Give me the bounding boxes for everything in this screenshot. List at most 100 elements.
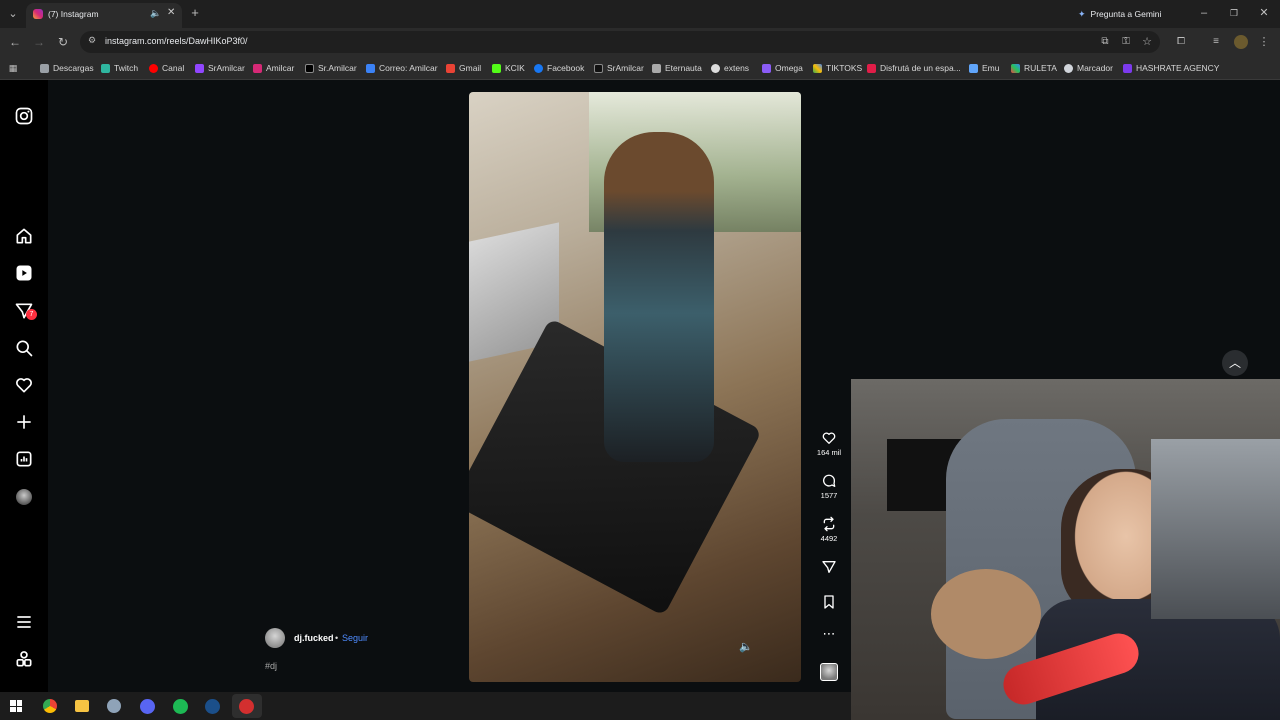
- bookmark-label: Correo: Amilcar: [379, 63, 438, 73]
- bookmark-descargas[interactable]: Descargas: [40, 61, 94, 75]
- close-window-icon[interactable]: ✕: [1257, 6, 1271, 20]
- bookmark-correo[interactable]: Correo: Amilcar: [366, 61, 438, 75]
- bookmark-tiktoks[interactable]: TIKTOKS: [813, 61, 862, 75]
- hashrate-icon: [1123, 63, 1132, 73]
- reels-icon[interactable]: [14, 263, 34, 283]
- like-button[interactable]: 164 mil: [809, 430, 849, 457]
- reload-icon[interactable]: ↻: [56, 35, 70, 49]
- bookmark-sramilcar[interactable]: SrAmilcar: [195, 61, 245, 75]
- bookmark-star-icon[interactable]: ☆: [1140, 35, 1154, 49]
- bookmark-label: Sr.Amilcar: [318, 63, 357, 73]
- twitch-icon: [195, 63, 204, 73]
- bookmark-ruleta[interactable]: RULETA: [1011, 61, 1057, 75]
- more-options-icon[interactable]: ⋯: [809, 626, 849, 642]
- obs-icon: [239, 699, 254, 714]
- bookmark-label: Emu: [982, 63, 1000, 73]
- apps-grid-icon[interactable]: ▦: [6, 61, 20, 75]
- also-from-meta-icon[interactable]: [14, 649, 34, 669]
- bookmark-label: Marcador: [1077, 63, 1113, 73]
- bookmark-gmail[interactable]: Gmail: [446, 61, 481, 75]
- windows-start-icon[interactable]: [10, 700, 22, 712]
- password-key-icon[interactable]: ⚿: [1119, 35, 1133, 49]
- chrome-taskbar-icon[interactable]: [43, 699, 57, 713]
- dashboard-icon[interactable]: [14, 449, 34, 469]
- tab-audio-icon[interactable]: 🔈: [150, 8, 161, 19]
- repost-count: 4492: [820, 534, 838, 543]
- discord-icon[interactable]: [140, 699, 155, 714]
- extensions-icon[interactable]: ⧠: [1174, 35, 1188, 49]
- url-text[interactable]: instagram.com/reels/DawHIKoP3f0/: [105, 36, 248, 46]
- volume-icon[interactable]: 🔈: [739, 640, 753, 653]
- repost-button[interactable]: 4492: [809, 516, 849, 543]
- bookmark-marcador[interactable]: Marcador: [1064, 61, 1113, 75]
- file-explorer-icon[interactable]: [75, 700, 89, 712]
- steam-icon[interactable]: [205, 699, 220, 714]
- reel-video[interactable]: 🔈: [469, 92, 801, 682]
- comment-button[interactable]: 1577: [809, 473, 849, 500]
- forward-arrow-icon[interactable]: →: [32, 35, 46, 49]
- gmail-icon: [446, 63, 455, 73]
- tab-instagram[interactable]: (7) Instagram 🔈 ✕: [26, 3, 182, 28]
- plush-toy-image: [931, 569, 1041, 659]
- scroll-up-chevron-icon[interactable]: ︿: [1222, 350, 1248, 376]
- restore-icon[interactable]: ❐: [1227, 6, 1241, 20]
- back-arrow-icon[interactable]: ←: [8, 35, 22, 49]
- author-username[interactable]: dj.fucked: [294, 633, 334, 643]
- page-icon: [652, 63, 661, 73]
- mail-icon: [366, 63, 375, 73]
- more-menu-icon[interactable]: [14, 612, 34, 632]
- globe-icon: [1064, 63, 1073, 73]
- share-button[interactable]: [809, 559, 849, 577]
- windows-taskbar: [0, 692, 851, 720]
- page-icon: [867, 63, 876, 73]
- bookmark-disfruta[interactable]: Disfrutá de un espa...: [867, 61, 961, 75]
- heart-icon: [822, 432, 836, 444]
- home-icon[interactable]: [14, 226, 34, 246]
- menu-dots-icon[interactable]: ⋮: [1257, 35, 1271, 49]
- bookmark-extens[interactable]: extens: [711, 61, 749, 75]
- spotify-icon[interactable]: [173, 699, 188, 714]
- settings-taskbar-icon[interactable]: [107, 699, 121, 713]
- drive-icon: [813, 63, 822, 73]
- bookmark-label: Gmail: [459, 63, 482, 73]
- bookmark-canal[interactable]: Canal: [149, 61, 184, 75]
- bookmark-amilcar[interactable]: Amilcar: [253, 61, 294, 75]
- author-avatar[interactable]: [265, 628, 285, 648]
- share-icon: [822, 561, 836, 573]
- bookmark-omega[interactable]: Omega: [762, 61, 803, 75]
- site-info-icon[interactable]: ⚙: [88, 35, 96, 46]
- profile-avatar[interactable]: [1234, 35, 1248, 49]
- bookmark-x-sramilcar[interactable]: Sr.Amilcar: [305, 61, 357, 75]
- twitch-icon: [101, 63, 110, 73]
- tab-close-icon[interactable]: ✕: [167, 7, 175, 18]
- omega-icon: [762, 63, 771, 73]
- dj-person-image: [604, 132, 714, 462]
- bookmark-kcik[interactable]: KCIK: [492, 61, 525, 75]
- active-app-tile[interactable]: [232, 694, 262, 718]
- instagram-logo-icon[interactable]: [14, 106, 34, 126]
- bookmark-twitch[interactable]: Twitch: [101, 61, 138, 75]
- install-app-icon[interactable]: ⧉: [1098, 35, 1112, 49]
- media-controls-icon[interactable]: ≡: [1209, 35, 1223, 49]
- profile-avatar[interactable]: [16, 489, 32, 505]
- repost-icon: [823, 516, 835, 532]
- minimize-icon[interactable]: –: [1197, 6, 1211, 20]
- new-tab-icon[interactable]: +: [188, 6, 202, 20]
- save-button[interactable]: [809, 594, 849, 612]
- follow-button[interactable]: Seguir: [342, 633, 368, 643]
- bookmark-eternauta[interactable]: Eternauta: [652, 61, 702, 75]
- bookmark-label: KCIK: [505, 63, 525, 73]
- bookmark-emu[interactable]: Emu: [969, 61, 999, 75]
- bookmark-facebook[interactable]: Facebook: [534, 61, 584, 75]
- gemini-button[interactable]: ✦ Pregunta a Gemini: [1078, 6, 1161, 22]
- notifications-heart-icon[interactable]: [14, 375, 34, 395]
- address-bar[interactable]: ⚙ instagram.com/reels/DawHIKoP3f0/: [80, 31, 1160, 53]
- bookmark-tiktok-sramilcar[interactable]: SrAmilcar: [594, 61, 644, 75]
- download-icon: [40, 63, 49, 73]
- bookmark-hashrate[interactable]: HASHRATE AGENCY: [1123, 61, 1219, 75]
- create-plus-icon[interactable]: [14, 412, 34, 432]
- messages-badge: 7: [26, 309, 37, 320]
- audio-thumbnail[interactable]: [820, 663, 838, 681]
- search-icon[interactable]: [14, 338, 34, 358]
- tab-list-chevron-icon[interactable]: ⌄: [6, 7, 20, 21]
